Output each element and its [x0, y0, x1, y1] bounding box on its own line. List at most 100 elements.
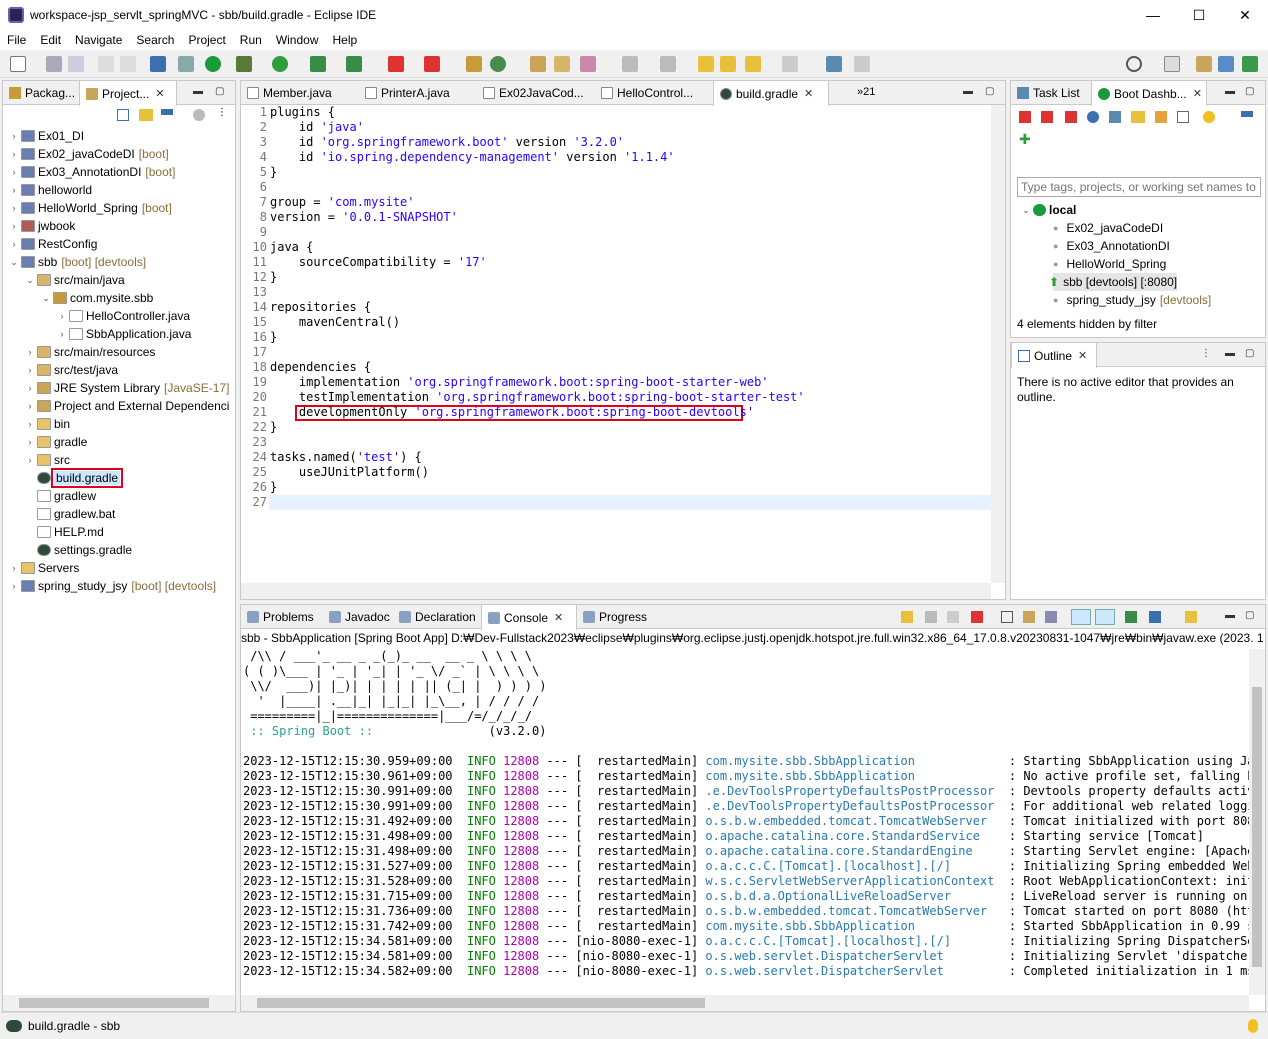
close-icon[interactable]: ✕: [554, 611, 563, 624]
chevron-right-icon[interactable]: ›: [25, 347, 35, 357]
bottom-tab[interactable]: Javadoc: [323, 605, 393, 629]
chevron-right-icon[interactable]: ›: [9, 203, 19, 213]
tree-item[interactable]: › helloworld: [9, 181, 93, 199]
prev-annotation-icon[interactable]: [660, 56, 676, 72]
scroll-lock-icon[interactable]: [901, 611, 913, 623]
menu-search[interactable]: Search: [129, 33, 181, 47]
spring-boot-icon[interactable]: [205, 56, 221, 72]
tree-item[interactable]: › HelloController.java: [57, 307, 191, 325]
chevron-right-icon[interactable]: ›: [25, 419, 35, 429]
minimize-icon[interactable]: ▬: [963, 86, 973, 97]
back-icon[interactable]: [745, 56, 761, 72]
tree-item[interactable]: › src/test/java: [25, 361, 119, 379]
external-tools-icon[interactable]: [346, 56, 362, 72]
terminal-icon[interactable]: [150, 56, 166, 72]
editor-tab[interactable]: build.gradle ✕: [713, 81, 829, 106]
bottom-tab[interactable]: Problems: [241, 605, 323, 629]
edit-icon[interactable]: [1155, 111, 1167, 123]
next-annotation-icon[interactable]: [622, 56, 638, 72]
chevron-right-icon[interactable]: ›: [9, 149, 19, 159]
link-editor-icon[interactable]: [139, 109, 153, 121]
chevron-right-icon[interactable]: ›: [57, 329, 67, 339]
bulb-icon[interactable]: [1203, 111, 1215, 123]
editor-vscroll[interactable]: [991, 105, 1005, 583]
tree-item[interactable]: HELP.md: [25, 523, 104, 541]
tree-item[interactable]: › spring_study_jsy [boot] [devtools]: [9, 577, 217, 595]
maximize-icon[interactable]: ▢: [1245, 610, 1254, 621]
open-console-icon[interactable]: [826, 56, 842, 72]
tree-item[interactable]: gradlew.bat: [25, 505, 115, 523]
lock-scroll-icon[interactable]: [1023, 611, 1035, 623]
console-vscroll-thumb[interactable]: [1252, 687, 1262, 967]
maximize-icon[interactable]: ▢: [1245, 348, 1254, 359]
clear-console-icon[interactable]: [1001, 611, 1013, 623]
stop-icon[interactable]: [388, 56, 404, 72]
tab-task-list[interactable]: Task List: [1011, 81, 1089, 105]
restart-debug-icon[interactable]: [1041, 111, 1053, 123]
code-area[interactable]: 1 plugins {2 id 'java' 3 id 'org.springfra…: [241, 105, 991, 583]
tree-item[interactable]: › HelloWorld_Spring [boot]: [9, 199, 172, 217]
editor-tab[interactable]: PrinterA.java: [359, 81, 477, 105]
word-wrap-icon[interactable]: [1045, 611, 1057, 623]
bottom-tab[interactable]: Progress: [577, 605, 649, 629]
chevron-right-icon[interactable]: ›: [9, 239, 19, 249]
chevron-right-icon[interactable]: ›: [9, 563, 19, 573]
properties-icon[interactable]: [1177, 111, 1189, 123]
link-icon[interactable]: [1131, 111, 1145, 123]
remove-all-icon[interactable]: [947, 611, 959, 623]
run-icon[interactable]: [272, 56, 288, 72]
console-output[interactable]: /\\ / ___'_ __ _ _(_)_ __ __ _ \ \ \ \( …: [241, 649, 1249, 995]
chevron-right-icon[interactable]: ›: [25, 455, 35, 465]
undo-icon[interactable]: [98, 56, 114, 72]
remove-launch-icon[interactable]: [925, 611, 937, 623]
editor-tab[interactable]: HelloControl...: [595, 81, 713, 105]
menu-edit[interactable]: Edit: [33, 33, 68, 47]
coverage-icon[interactable]: [310, 56, 326, 72]
boot-app-item[interactable]: ● Ex03_AnnotationDI: [1053, 237, 1170, 255]
menu-help[interactable]: Help: [326, 33, 365, 47]
skip-breakpoints-icon[interactable]: [178, 56, 194, 72]
show-on-stdout-icon[interactable]: [1071, 609, 1091, 625]
tree-item[interactable]: ⌄ src/main/java: [25, 271, 124, 289]
tree-item[interactable]: › Ex02_javaCodeDI [boot]: [9, 145, 169, 163]
tab-project-explorer[interactable]: Project... ✕: [79, 81, 177, 106]
menu-navigate[interactable]: Navigate: [68, 33, 129, 47]
tree-item[interactable]: › SbbApplication.java: [57, 325, 192, 343]
chevron-right-icon[interactable]: ›: [9, 581, 19, 591]
open-console-menu-icon[interactable]: [1185, 611, 1197, 623]
tree-item[interactable]: › Project and External Dependenci: [25, 397, 230, 415]
more-icon[interactable]: ⋮: [217, 107, 227, 118]
minimize-icon[interactable]: ▬: [1225, 610, 1235, 621]
close-icon[interactable]: ✕: [1078, 349, 1087, 362]
pin-icon[interactable]: [854, 56, 870, 72]
relaunch-icon[interactable]: [424, 56, 440, 72]
tree-item[interactable]: › jwbook: [9, 217, 76, 235]
tree-item[interactable]: › Ex03_AnnotationDI [boot]: [9, 163, 176, 181]
tree-item[interactable]: › RestConfig: [9, 235, 98, 253]
chevron-right-icon[interactable]: ›: [25, 437, 35, 447]
chevron-down-icon[interactable]: ⌄: [1021, 205, 1031, 216]
pin-console-icon[interactable]: [1125, 611, 1137, 623]
tree-item[interactable]: › src/main/resources: [25, 343, 156, 361]
add-icon[interactable]: ✚: [1019, 131, 1031, 148]
minimize-icon[interactable]: ▬: [1225, 86, 1235, 97]
tree-hscroll-thumb[interactable]: [19, 998, 209, 1008]
open-task-icon[interactable]: [554, 56, 570, 72]
chevron-down-icon[interactable]: ⌄: [9, 257, 19, 268]
view-menu-icon[interactable]: ⋮: [1201, 348, 1211, 359]
menu-window[interactable]: Window: [269, 33, 326, 47]
maximize-icon[interactable]: ▢: [1245, 86, 1254, 97]
new-package-icon[interactable]: [466, 56, 482, 72]
tree-item[interactable]: › JRE System Library [JavaSE-17]: [25, 379, 230, 397]
editor-hscroll[interactable]: [241, 583, 991, 599]
tree-item[interactable]: build.gradle: [25, 468, 124, 488]
console-hscroll[interactable]: [241, 995, 1249, 1011]
chevron-right-icon[interactable]: ›: [57, 311, 67, 321]
search-tool-icon[interactable]: [580, 56, 596, 72]
collapse-all-icon[interactable]: [117, 109, 129, 121]
console-hscroll-thumb[interactable]: [257, 998, 705, 1008]
chevron-right-icon[interactable]: ›: [25, 383, 35, 393]
boot-app-item[interactable]: ● Ex02_javaCodeDI: [1053, 219, 1163, 237]
restart-icon[interactable]: [1019, 111, 1031, 123]
debug-icon[interactable]: [236, 56, 252, 72]
